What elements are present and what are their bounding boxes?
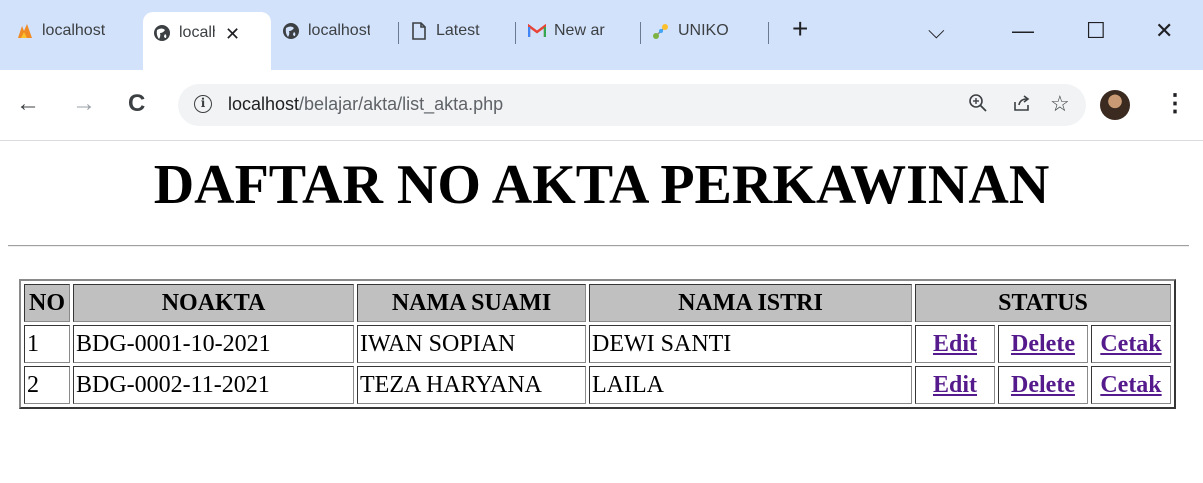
akta-table: NO NOAKTA NAMA SUAMI NAMA ISTRI STATUS 1…: [19, 279, 1176, 409]
table-header-row: NO NOAKTA NAMA SUAMI NAMA ISTRI STATUS: [24, 284, 1171, 322]
xampp-icon: [16, 22, 34, 40]
delete-link[interactable]: Delete: [1011, 331, 1075, 357]
cell-edit: Edit: [915, 325, 995, 363]
tab-xampp[interactable]: localhost: [16, 14, 134, 48]
tab-search-button[interactable]: ⌵: [928, 20, 945, 42]
back-button[interactable]: ←: [16, 92, 40, 116]
url-host: localhost: [228, 94, 300, 114]
tab-separator: [515, 22, 516, 44]
cetak-link[interactable]: Cetak: [1100, 331, 1161, 357]
cell-nama-istri: DEWI SANTI: [589, 325, 912, 363]
close-window-button[interactable]: ✕: [1155, 20, 1173, 42]
cell-nama-istri: LAILA: [589, 366, 912, 404]
tab-latest[interactable]: Latest: [410, 14, 506, 48]
new-tab-button[interactable]: +: [792, 15, 808, 43]
info-icon[interactable]: i: [194, 95, 212, 113]
maximize-button[interactable]: ☐: [1086, 20, 1106, 42]
cell-nama-suami: IWAN SOPIAN: [357, 325, 586, 363]
avatar[interactable]: [1100, 90, 1130, 120]
tab-uniko[interactable]: UNIKO: [652, 14, 756, 48]
share-icon[interactable]: [1012, 93, 1032, 118]
browser-toolbar: ← → C i localhost/belajar/akta/list_akta…: [0, 70, 1203, 141]
gmail-icon: [528, 22, 546, 40]
tab-separator: [640, 22, 641, 44]
table-row: 2 BDG-0002-11-2021 TEZA HARYANA LAILA Ed…: [24, 366, 1171, 404]
tab-title: localhost: [179, 24, 215, 41]
tab-separator: [398, 22, 399, 44]
table-row: 1 BDG-0001-10-2021 IWAN SOPIAN DEWI SANT…: [24, 325, 1171, 363]
zoom-icon[interactable]: [968, 93, 988, 118]
address-bar[interactable]: i localhost/belajar/akta/list_akta.php ☆: [178, 84, 1086, 126]
tab-separator: [768, 22, 769, 44]
globe-icon: [282, 22, 300, 40]
tab-localhost[interactable]: localhost: [282, 14, 390, 48]
bookmark-star-icon[interactable]: ☆: [1050, 93, 1070, 115]
cell-edit: Edit: [915, 366, 995, 404]
tab-title: Latest: [436, 22, 480, 39]
menu-icon[interactable]: ⋮: [1163, 92, 1187, 116]
cell-noakta: BDG-0002-11-2021: [73, 366, 354, 404]
tab-gmail[interactable]: New ar: [528, 14, 632, 48]
header-noakta: NOAKTA: [73, 284, 354, 322]
forward-button[interactable]: →: [72, 92, 96, 116]
cell-cetak: Cetak: [1091, 366, 1171, 404]
cell-noakta: BDG-0001-10-2021: [73, 325, 354, 363]
cell-delete: Delete: [998, 366, 1088, 404]
document-icon: [410, 22, 428, 40]
globe-icon: [153, 24, 171, 42]
horizontal-rule: [8, 245, 1189, 247]
cell-no: 2: [24, 366, 70, 404]
cell-delete: Delete: [998, 325, 1088, 363]
network-icon: [652, 22, 670, 40]
header-no: NO: [24, 284, 70, 322]
header-nama-istri: NAMA ISTRI: [589, 284, 912, 322]
cell-no: 1: [24, 325, 70, 363]
header-nama-suami: NAMA SUAMI: [357, 284, 586, 322]
page-title: DAFTAR NO AKTA PERKAWINAN: [153, 154, 1050, 216]
reload-button[interactable]: C: [128, 92, 145, 116]
tab-title: New ar: [554, 22, 605, 39]
url-path: /belajar/akta/list_akta.php: [299, 94, 504, 114]
edit-link[interactable]: Edit: [933, 372, 977, 398]
url-text[interactable]: localhost/belajar/akta/list_akta.php: [228, 94, 503, 115]
tab-strip: localhost localhost ✕ localhost Latest N…: [0, 0, 1203, 70]
edit-link[interactable]: Edit: [933, 331, 977, 357]
tab-title: UNIKO: [678, 22, 729, 39]
tab-title: localhost: [42, 22, 106, 39]
delete-link[interactable]: Delete: [1011, 372, 1075, 398]
close-icon[interactable]: ✕: [225, 24, 240, 45]
cell-cetak: Cetak: [1091, 325, 1171, 363]
header-status: STATUS: [915, 284, 1171, 322]
page-content: DAFTAR NO AKTA PERKAWINAN NO NOAKTA NAMA…: [0, 141, 1203, 483]
cetak-link[interactable]: Cetak: [1100, 372, 1161, 398]
cell-nama-suami: TEZA HARYANA: [357, 366, 586, 404]
tab-active[interactable]: localhost ✕: [143, 12, 271, 70]
tab-title: localhost: [308, 22, 370, 39]
minimize-button[interactable]: —: [1012, 20, 1034, 42]
